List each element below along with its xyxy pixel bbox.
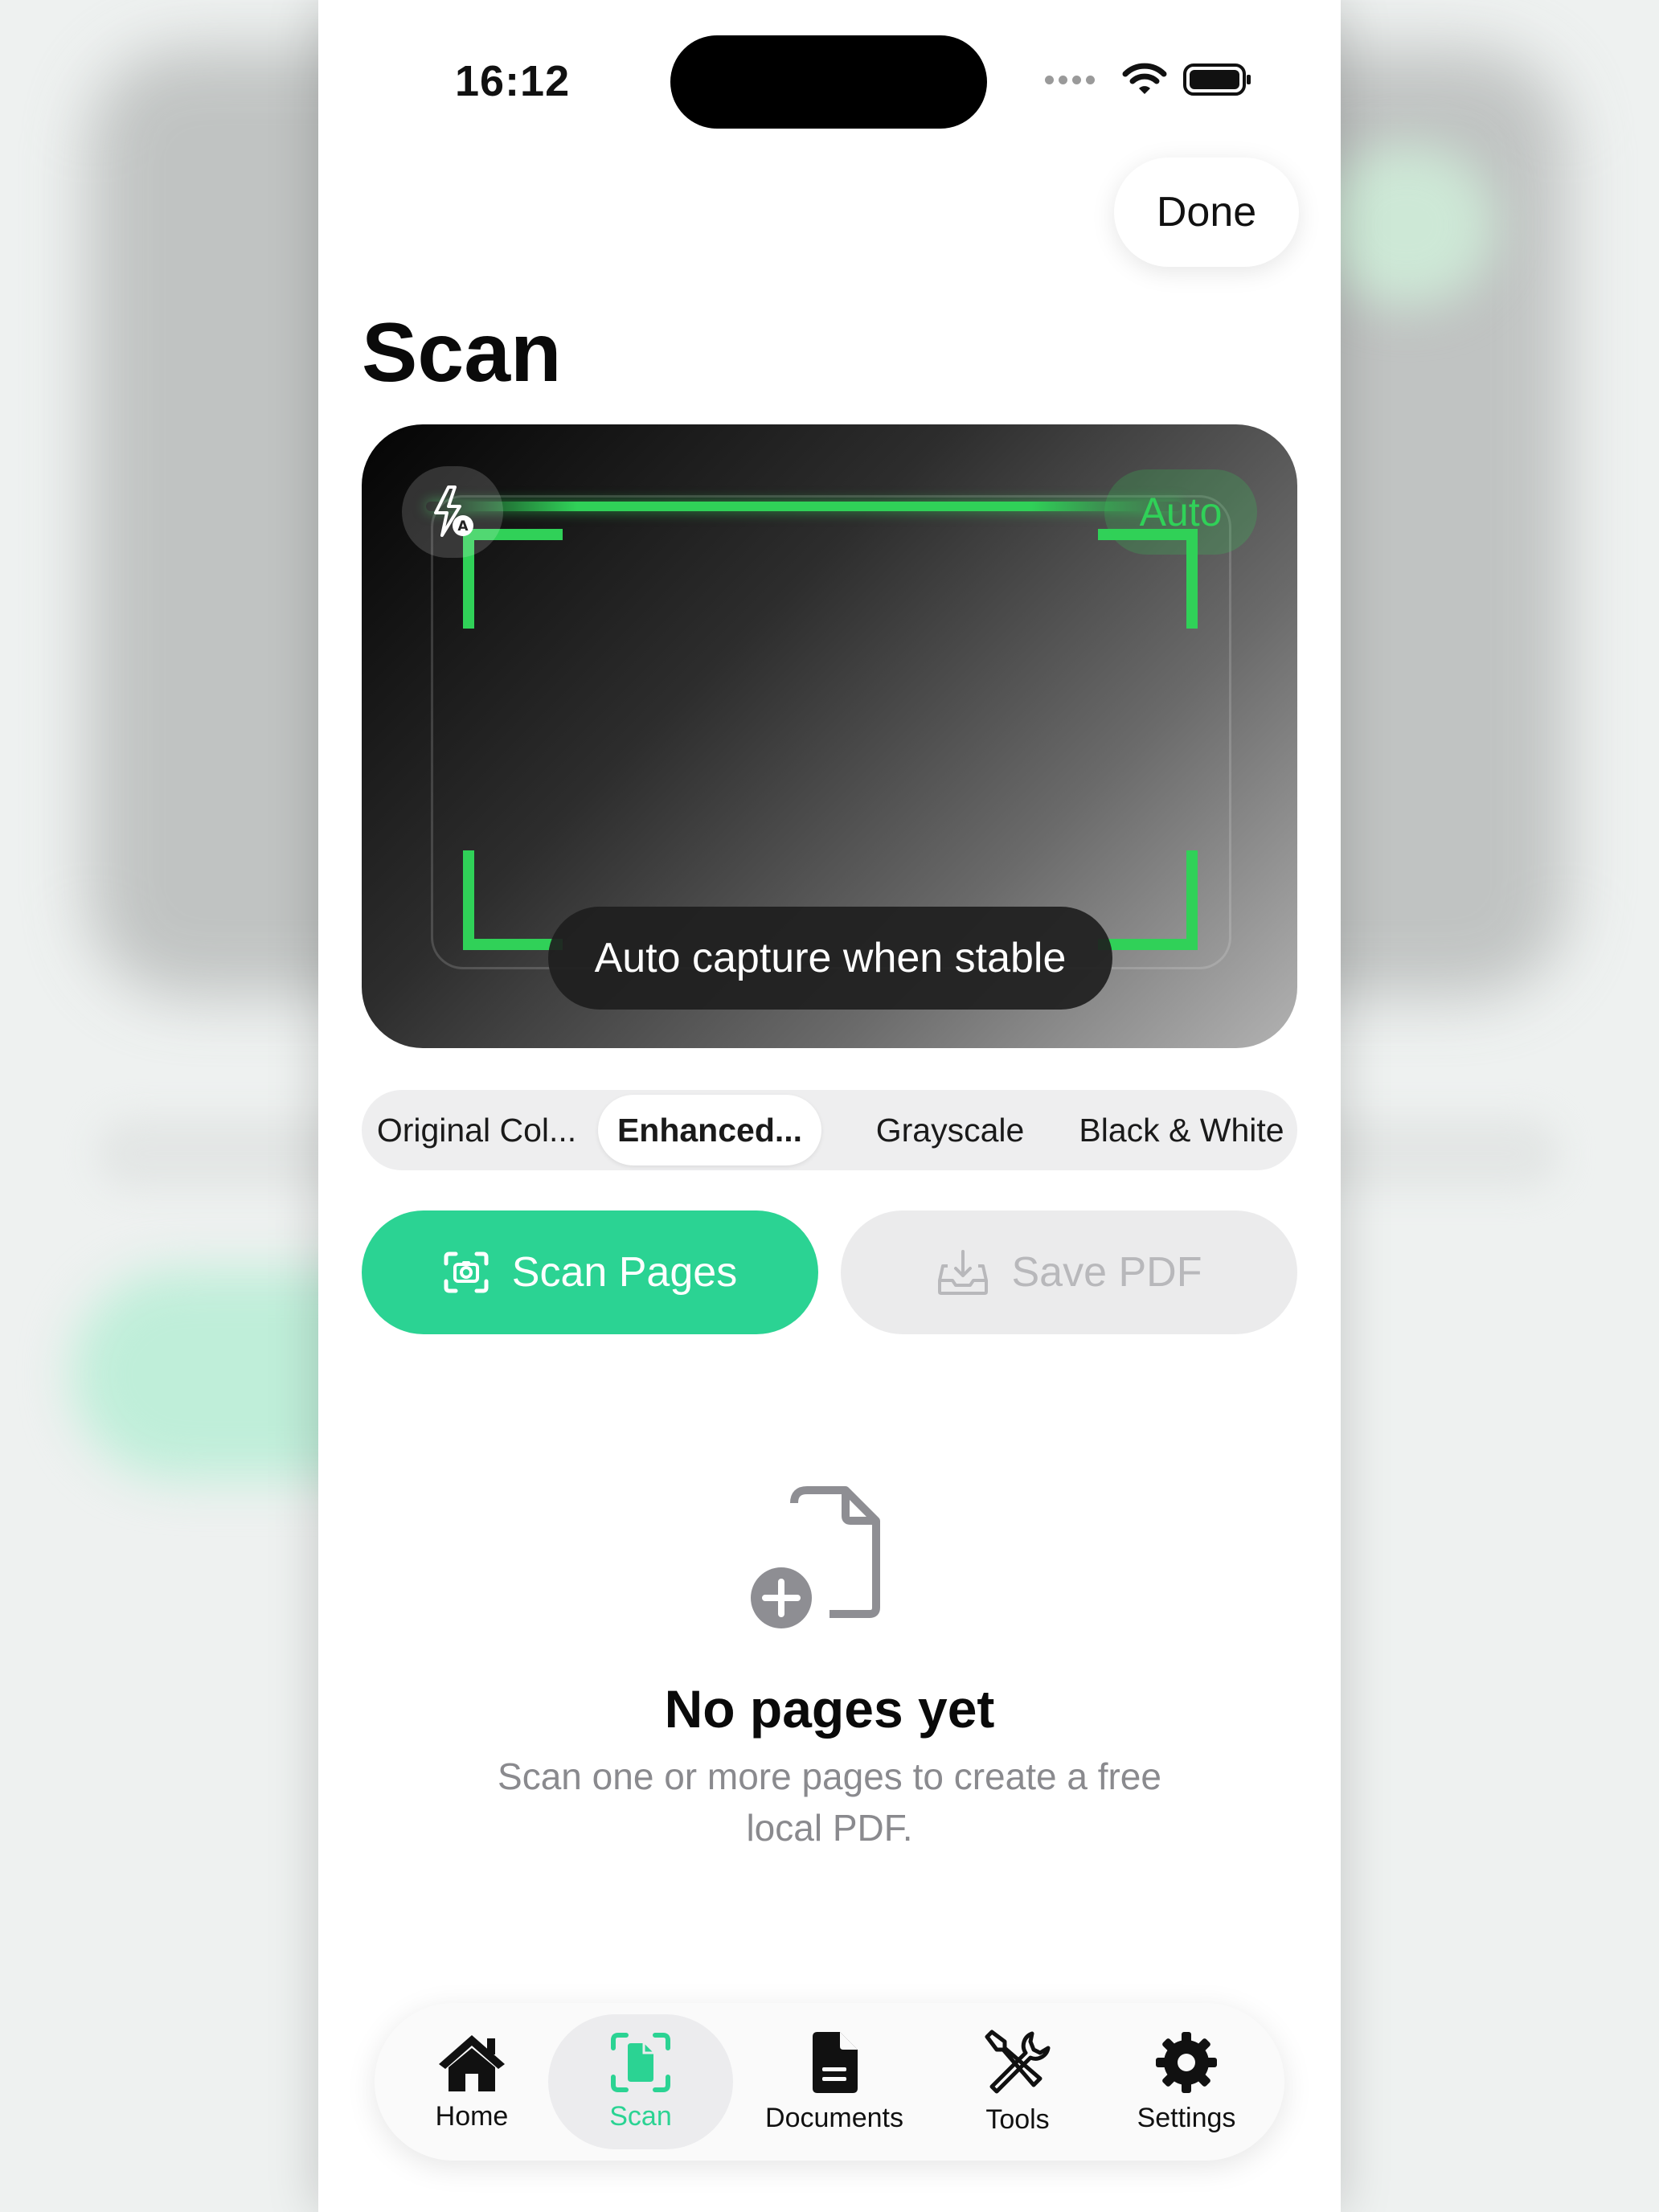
tab-scan[interactable]: Scan: [548, 2014, 733, 2149]
save-pdf-button[interactable]: Save PDF: [841, 1210, 1297, 1334]
tools-icon: [985, 2030, 1051, 2093]
tab-settings[interactable]: Settings: [1111, 2014, 1262, 2149]
flash-auto-icon: A: [434, 485, 473, 537]
status-icons: [1045, 63, 1252, 96]
save-pdf-label: Save PDF: [1011, 1249, 1202, 1296]
filter-grayscale[interactable]: Grayscale: [836, 1095, 1064, 1165]
filter-segmented-control: Original Col... Enhanced... Grayscale Bl…: [362, 1090, 1297, 1170]
corner-bracket-bottom-right: [1098, 850, 1198, 950]
status-time: 16:12: [455, 57, 571, 105]
tab-tools[interactable]: Tools: [929, 2014, 1106, 2149]
tab-label: Tools: [985, 2103, 1050, 2135]
capture-hint: Auto capture when stable: [548, 907, 1112, 1010]
tab-label: Settings: [1137, 2102, 1236, 2133]
gear-icon: [1156, 2031, 1217, 2093]
corner-bracket-bottom-left: [463, 850, 563, 950]
filter-black-white[interactable]: Black & White: [1069, 1095, 1294, 1165]
doc-scan-icon: [611, 2032, 670, 2092]
empty-state-title: No pages yet: [664, 1679, 995, 1739]
app-sheet: 16:12 Done Scan A Auto Auto capture when…: [318, 0, 1341, 2212]
tab-label: Home: [435, 2100, 509, 2132]
scan-pages-label: Scan Pages: [511, 1249, 738, 1296]
dynamic-island: [670, 35, 987, 129]
flash-auto-button[interactable]: A: [402, 466, 503, 558]
battery-icon: [1183, 63, 1251, 96]
filter-enhanced[interactable]: Enhanced...: [598, 1095, 821, 1165]
empty-state-subtitle: Scan one or more pages to create a free …: [498, 1755, 1161, 1849]
auto-mode-toggle[interactable]: Auto: [1104, 469, 1257, 555]
tab-home[interactable]: Home: [413, 2014, 530, 2149]
tray-download-icon: [937, 1250, 988, 1295]
svg-text:A: A: [457, 518, 469, 535]
scan-pages-button[interactable]: Scan Pages: [362, 1210, 818, 1334]
signal-icon: [1045, 75, 1095, 84]
camera-viewfinder-icon: [444, 1251, 489, 1293]
background-green-shape: [1318, 145, 1495, 305]
camera-preview[interactable]: A Auto Auto capture when stable: [362, 424, 1297, 1048]
done-button[interactable]: Done: [1114, 158, 1299, 267]
document-icon: [813, 2031, 858, 2093]
scan-line: [426, 502, 1182, 511]
tab-label: Documents: [765, 2102, 903, 2133]
filter-original-color[interactable]: Original Col...: [368, 1095, 585, 1165]
add-document-icon: [751, 1486, 880, 1628]
wifi-icon: [1122, 63, 1167, 94]
tab-label: Scan: [609, 2100, 672, 2132]
tab-documents[interactable]: Documents: [743, 2014, 926, 2149]
house-icon: [439, 2034, 505, 2091]
page-title: Scan: [362, 306, 562, 399]
tab-bar: Home Scan Documents Tools Settings: [375, 2003, 1284, 2161]
